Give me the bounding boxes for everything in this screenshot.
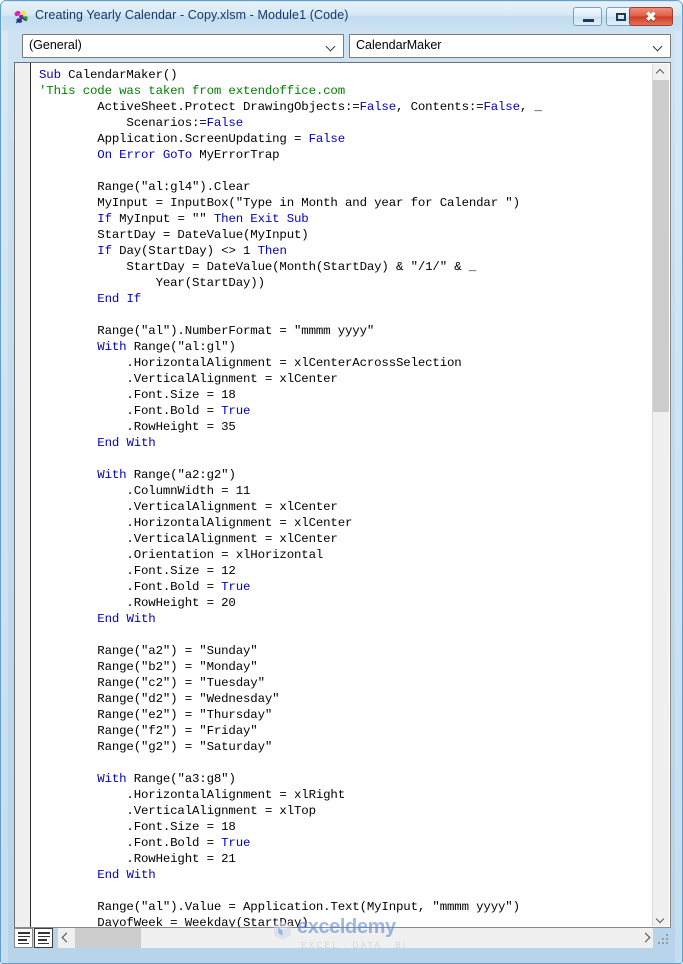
scroll-right-button[interactable] [637, 928, 653, 948]
code-line: If Day(StartDay) <> 1 Then [97, 244, 287, 258]
horizontal-scrollbar[interactable] [58, 928, 653, 948]
code-line: Range("al").Value = Application.Text(MyI… [39, 900, 520, 914]
code-editor-pane[interactable]: Sub CalendarMaker() 'This code was taken … [14, 62, 671, 928]
object-dropdown[interactable]: (General) [22, 34, 344, 58]
code-line: Sub CalendarMaker() [39, 68, 178, 82]
code-line: .RowHeight = 35 [39, 420, 236, 434]
close-button[interactable]: ✖ [629, 7, 673, 26]
code-line: .Font.Bold = True [39, 836, 251, 850]
code-line: .VerticalAlignment = xlTop [39, 804, 316, 818]
full-module-view-button[interactable] [34, 928, 53, 948]
code-line: Range("c2") = "Tuesday" [39, 676, 265, 690]
scroll-down-button[interactable] [653, 910, 669, 926]
procedure-dropdown-value: CalendarMaker [356, 38, 442, 52]
chevron-down-icon[interactable] [327, 43, 336, 49]
object-dropdown-value: (General) [29, 38, 82, 52]
code-text[interactable]: Sub CalendarMaker() 'This code was taken … [39, 67, 542, 928]
scroll-left-button[interactable] [58, 928, 74, 948]
code-line: End If [97, 292, 142, 306]
code-line: MyInput = InputBox("Type in Month and ye… [39, 196, 520, 210]
code-line: .VerticalAlignment = xlCenter [39, 500, 338, 514]
code-line: Application.ScreenUpdating = False [39, 132, 346, 146]
minimize-icon [583, 19, 594, 22]
chevron-up-icon [657, 69, 664, 76]
minimize-button[interactable] [573, 7, 602, 26]
code-line: .HorizontalAlignment = xlRight [39, 788, 345, 802]
code-line: StartDay = DateValue(Month(StartDay) & "… [39, 260, 477, 274]
code-line: Year(StartDay)) [39, 276, 265, 290]
code-line: .RowHeight = 21 [39, 852, 236, 866]
vbe-code-window: Creating Yearly Calendar - Copy.xlsm - M… [0, 0, 683, 964]
code-line: .HorizontalAlignment = xlCenter [39, 516, 353, 530]
code-line: With Range("a2:g2") [97, 468, 236, 482]
code-line: .ColumnWidth = 11 [39, 484, 251, 498]
code-line: 'This code was taken from extendoffice.c… [39, 84, 345, 98]
code-pane-toolbar: (General) CalendarMaker [9, 33, 676, 61]
code-line: End With [97, 612, 156, 626]
code-line: On Error GoTo MyErrorTrap [97, 148, 280, 162]
code-line: With Range("al:gl") [97, 340, 236, 354]
code-line: StartDay = DateValue(MyInput) [39, 228, 309, 242]
code-line: If MyInput = "" Then Exit Sub [97, 212, 309, 226]
code-line: Range("al:gl4").Clear [39, 180, 251, 194]
code-line: .HorizontalAlignment = xlCenterAcrossSel… [39, 356, 462, 370]
code-line: .VerticalAlignment = xlCenter [39, 372, 338, 386]
chevron-right-icon [642, 934, 649, 941]
code-line: Scenarios:=False [39, 116, 244, 130]
code-line: .VerticalAlignment = xlCenter [39, 532, 338, 546]
code-line: .Font.Size = 18 [39, 388, 236, 402]
vba-module-icon [13, 9, 30, 26]
window-frame-left [1, 1, 8, 963]
chevron-left-icon [63, 934, 70, 941]
close-icon: ✖ [645, 9, 657, 24]
code-line: .Font.Size = 18 [39, 820, 236, 834]
code-line: Range("a2") = "Sunday" [39, 644, 258, 658]
window-frame-right [675, 1, 682, 963]
procedure-view-button[interactable] [14, 928, 33, 948]
code-line: .Font.Bold = True [39, 580, 251, 594]
code-line: Range("b2") = "Monday" [39, 660, 258, 674]
scroll-up-button[interactable] [653, 64, 669, 80]
horizontal-scrollbar-thumb[interactable] [75, 928, 141, 948]
code-line: Range("f2") = "Friday" [39, 724, 258, 738]
code-line: .RowHeight = 20 [39, 596, 236, 610]
resize-grip[interactable] [657, 932, 671, 946]
code-line: End With [97, 868, 156, 882]
chevron-down-icon [657, 915, 664, 922]
procedure-view-icon [18, 932, 30, 945]
title-bar[interactable]: Creating Yearly Calendar - Copy.xlsm - M… [2, 2, 681, 31]
code-line: .Orientation = xlHorizontal [39, 548, 324, 562]
window-title: Creating Yearly Calendar - Copy.xlsm - M… [35, 8, 349, 22]
code-line: Range("d2") = "Wednesday" [39, 692, 280, 706]
code-line: With Range("a3:g8") [97, 772, 236, 786]
code-line: DayofWeek = Weekday(StartDay) [39, 916, 309, 928]
code-line: End With [97, 436, 156, 450]
code-line: .Font.Size = 12 [39, 564, 236, 578]
vertical-scrollbar[interactable] [652, 64, 669, 926]
procedure-dropdown[interactable]: CalendarMaker [349, 34, 671, 58]
chevron-down-icon[interactable] [654, 43, 663, 49]
code-pane-bottom-bar [14, 928, 671, 950]
code-line: ActiveSheet.Protect DrawingObjects:=Fals… [39, 100, 542, 114]
full-module-view-icon [38, 932, 50, 945]
code-line: Range("e2") = "Thursday" [39, 708, 273, 722]
code-line: Range("al").NumberFormat = "mmmm yyyy" [39, 324, 375, 338]
maximize-icon [616, 13, 626, 21]
code-line: .Font.Bold = True [39, 404, 251, 418]
code-line: Range("g2") = "Saturday" [39, 740, 273, 754]
vertical-scrollbar-thumb[interactable] [653, 80, 669, 412]
margin-indicator-bar[interactable] [15, 63, 31, 927]
